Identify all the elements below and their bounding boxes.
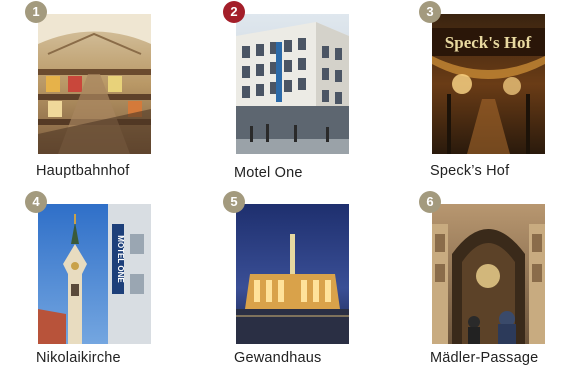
poi-label[interactable]: Motel One: [234, 165, 303, 181]
poi-card-nikolaikirche[interactable]: MOTEL ONE 4 Nikolaikirche: [25, 191, 194, 370]
motel-sign-text: MOTEL ONE: [116, 235, 125, 283]
poi-card-specks-hof[interactable]: Speck's Hof 3 Speck’s Hof: [419, 1, 571, 190]
concert-hall-photo-icon: [236, 204, 349, 344]
church-tower-photo-icon: MOTEL ONE: [38, 204, 151, 344]
maedler-passage-photo[interactable]: [432, 204, 545, 344]
hauptbahnhof-photo[interactable]: [38, 14, 151, 154]
poi-number-badge: 5: [223, 191, 245, 213]
poi-number-badge: 6: [419, 191, 441, 213]
poi-label[interactable]: Hauptbahnhof: [36, 163, 130, 179]
specks-sign-text: Speck's Hof: [445, 33, 532, 52]
poi-label[interactable]: Speck’s Hof: [430, 163, 509, 179]
poi-label[interactable]: Mädler-Passage: [430, 350, 538, 366]
nikolaikirche-photo[interactable]: MOTEL ONE: [38, 204, 151, 344]
motel-one-photo[interactable]: [236, 14, 349, 154]
passage-photo-icon: [432, 204, 545, 344]
arcade-sign-photo-icon: Speck's Hof: [432, 14, 545, 154]
poi-number-badge: 2: [223, 1, 245, 23]
poi-number-badge: 3: [419, 1, 441, 23]
poi-card-motel-one[interactable]: 2 Motel One: [223, 1, 392, 190]
poi-card-hauptbahnhof[interactable]: 1 Hauptbahnhof: [25, 1, 194, 190]
poi-card-maedler-passage[interactable]: 6 Mädler-Passage: [419, 191, 571, 370]
poi-number-badge: 4: [25, 191, 47, 213]
hotel-photo-icon: [236, 14, 349, 154]
poi-number-badge: 1: [25, 1, 47, 23]
specks-hof-photo[interactable]: Speck's Hof: [432, 14, 545, 154]
gewandhaus-photo[interactable]: [236, 204, 349, 344]
train-station-photo-icon: [38, 14, 151, 154]
poi-label[interactable]: Nikolaikirche: [36, 350, 121, 366]
poi-card-gewandhaus[interactable]: 5 Gewandhaus: [223, 191, 392, 370]
poi-label[interactable]: Gewandhaus: [234, 350, 321, 366]
poi-grid: 1 Hauptbahnhof 2 Motel One Speck's Hof 3…: [0, 0, 571, 370]
